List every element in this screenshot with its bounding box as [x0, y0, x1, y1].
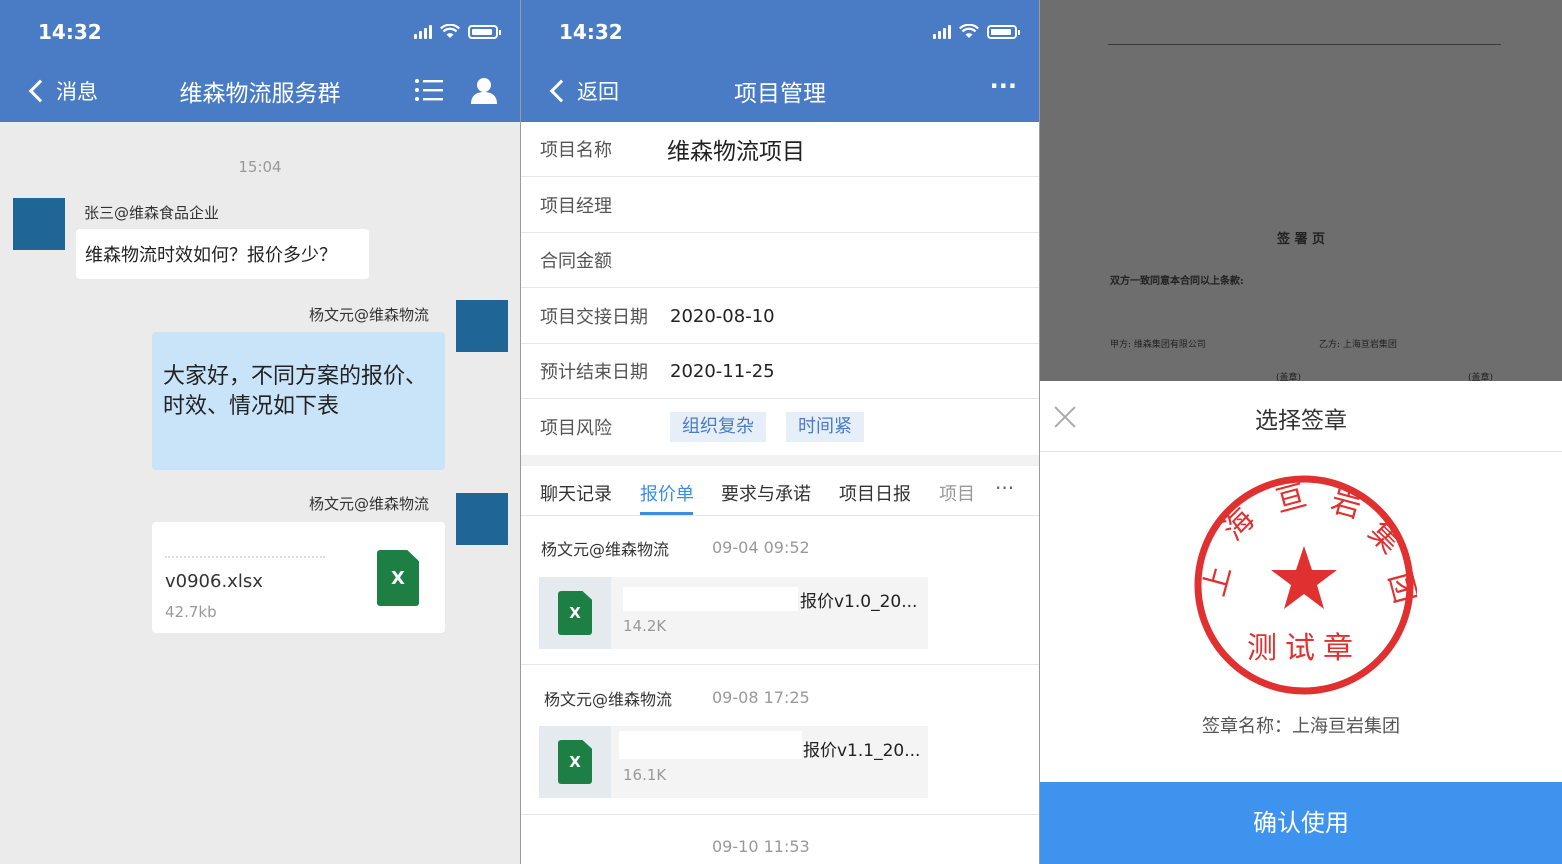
file-size: 16.1K: [623, 766, 667, 784]
file-name: 报价v1.0_20...: [800, 592, 918, 612]
seal-char: 亘: [1272, 478, 1310, 520]
tab-quotations[interactable]: 报价单: [640, 480, 694, 506]
battery-icon: [987, 24, 1020, 39]
chat-screen: 14:32 消息 维森物流服务群 15:04 张三@维森食品企业 维森物流时效如…: [0, 0, 520, 864]
tab-requirements[interactable]: 要求与承诺: [721, 480, 811, 506]
seal-char: 海: [1216, 502, 1262, 548]
file-name-redacted: [623, 587, 798, 611]
field-label: 预计结束日期: [540, 362, 648, 383]
field-label: 项目交接日期: [540, 307, 648, 328]
excel-file-icon: X: [558, 591, 592, 635]
message-text: 大家好，不同方案的报价、: [163, 364, 428, 389]
document-line: [1108, 44, 1501, 45]
more-options-button[interactable]: ···: [990, 72, 1017, 100]
quote-file-card[interactable]: X 报价v1.0_20... 14.2K: [539, 577, 928, 649]
message-sender: 杨文元@维森物流: [309, 495, 430, 513]
seal-name: 签章名称：上海亘岩集团: [1202, 716, 1400, 737]
field-project-risk[interactable]: 项目风险 组织复杂 时间紧: [521, 399, 1039, 454]
file-size: 42.7kb: [165, 603, 217, 621]
status-icons: [414, 24, 501, 39]
quote-file-card[interactable]: X 报价v1.1_20... 16.1K: [539, 726, 928, 798]
document-heading: 签 署 页: [1276, 232, 1326, 247]
message-sender: 张三@维森食品企业: [84, 204, 220, 222]
quote-time: 09-10 11:53: [712, 837, 810, 856]
chat-nav-actions: [414, 76, 498, 104]
excel-file-icon: X: [377, 550, 419, 606]
document-party-a: 甲方: 维森集团有限公司: [1110, 340, 1206, 350]
field-project-name[interactable]: 项目名称 维森物流项目: [521, 122, 1039, 177]
project-title: 项目管理: [734, 81, 826, 107]
document-party-b: 乙方: 上海亘岩集团: [1319, 340, 1397, 350]
message-bubble[interactable]: 维森物流时效如何？报价多少？: [76, 229, 369, 279]
seal-screen: 签 署 页 双方一致同意本合同以上条款: 甲方: 维森集团有限公司 乙方: 上海…: [1040, 0, 1562, 864]
message-text: 维森物流时效如何？报价多少？: [85, 245, 337, 266]
status-time: 14:32: [38, 20, 102, 44]
field-project-manager[interactable]: 项目经理: [521, 178, 1039, 233]
avatar[interactable]: [13, 198, 65, 250]
user-profile-icon[interactable]: [470, 76, 498, 104]
field-value: 2020-11-25: [670, 360, 775, 382]
signal-icon: [933, 24, 951, 39]
wifi-icon: [440, 24, 460, 38]
tab-daily-report[interactable]: 项目日报: [839, 480, 911, 506]
tab-chat-history[interactable]: 聊天记录: [540, 480, 612, 506]
document-text: 双方一致同意本合同以上条款:: [1110, 276, 1244, 287]
field-end-date[interactable]: 预计结束日期 2020-11-25: [521, 344, 1039, 399]
message-text: 时效、情况如下表: [163, 394, 340, 419]
file-size: 14.2K: [623, 617, 667, 635]
field-handover-date[interactable]: 项目交接日期 2020-08-10: [521, 289, 1039, 344]
file-icon-box: X: [539, 577, 611, 649]
tabs-more-button[interactable]: ···: [995, 476, 1014, 500]
field-value: 维森物流项目: [667, 139, 805, 165]
message-bubble-self[interactable]: 大家好，不同方案的报价、 时效、情况如下表: [152, 332, 445, 470]
risk-tag: 组织复杂: [670, 412, 766, 442]
project-screen: 14:32 返回 项目管理 ··· 项目名称 维森物流项目 项目经理 合同金额 …: [521, 0, 1039, 864]
project-tabs: 聊天记录 报价单 要求与承诺 项目日报 项目 ···: [521, 466, 1039, 516]
list-divider: [521, 814, 1039, 815]
status-icons: [933, 24, 1020, 39]
wifi-icon: [959, 24, 979, 38]
chat-timestamp: 15:04: [238, 158, 282, 176]
list-menu-icon[interactable]: [414, 77, 444, 103]
file-message-card[interactable]: v0906.xlsx 42.7kb X: [152, 522, 445, 633]
field-label: 合同金额: [540, 251, 612, 272]
sheet-title: 选择签章: [1255, 408, 1347, 434]
risk-tag: 时间紧: [786, 412, 864, 442]
select-seal-sheet: 选择签章 上 海 亘 岩 集 团 测试章 签章名称：上海亘岩集团 确认使用: [1040, 381, 1562, 864]
file-name-redacted: [619, 731, 802, 759]
file-name: v0906.xlsx: [165, 571, 263, 592]
file-name: 报价v1.1_20...: [803, 741, 921, 761]
tab-project-more[interactable]: 项目: [939, 480, 975, 506]
field-contract-amount[interactable]: 合同金额: [521, 233, 1039, 288]
avatar[interactable]: [456, 493, 508, 545]
quote-sender: 杨文元@维森物流: [544, 690, 673, 709]
status-time: 14:32: [559, 20, 623, 44]
avatar[interactable]: [456, 300, 508, 352]
field-value: 2020-08-10: [670, 305, 775, 327]
excel-file-icon: X: [558, 740, 592, 784]
seal-char: 集: [1361, 515, 1407, 561]
seal-char: 上: [1197, 562, 1239, 600]
field-label: 项目风险: [540, 417, 612, 439]
message-sender: 杨文元@维森物流: [309, 306, 430, 324]
list-divider: [521, 664, 1039, 665]
battery-icon: [468, 24, 501, 39]
company-seal[interactable]: 上 海 亘 岩 集 团 测试章: [1191, 472, 1417, 698]
field-label: 项目经理: [540, 196, 612, 217]
quote-sender: 杨文元@维森物流: [541, 540, 670, 559]
seal-bottom-text: 测试章: [1247, 631, 1361, 666]
seal-char: 岩: [1327, 484, 1365, 526]
sheet-divider: [1040, 451, 1562, 452]
file-name-redacted: [165, 544, 325, 558]
confirm-use-button[interactable]: 确认使用: [1040, 782, 1562, 864]
signal-icon: [414, 24, 432, 39]
quote-time: 09-08 17:25: [712, 688, 810, 707]
project-nav-bar: 14:32 返回 项目管理 ···: [521, 0, 1039, 122]
active-tab-indicator: [640, 512, 693, 515]
quote-time: 09-04 09:52: [712, 538, 810, 557]
field-label: 项目名称: [540, 140, 612, 161]
chat-nav-bar: 14:32 消息 维森物流服务群: [0, 0, 520, 122]
file-icon-box: X: [539, 726, 611, 798]
section-spacer: [521, 455, 1039, 466]
